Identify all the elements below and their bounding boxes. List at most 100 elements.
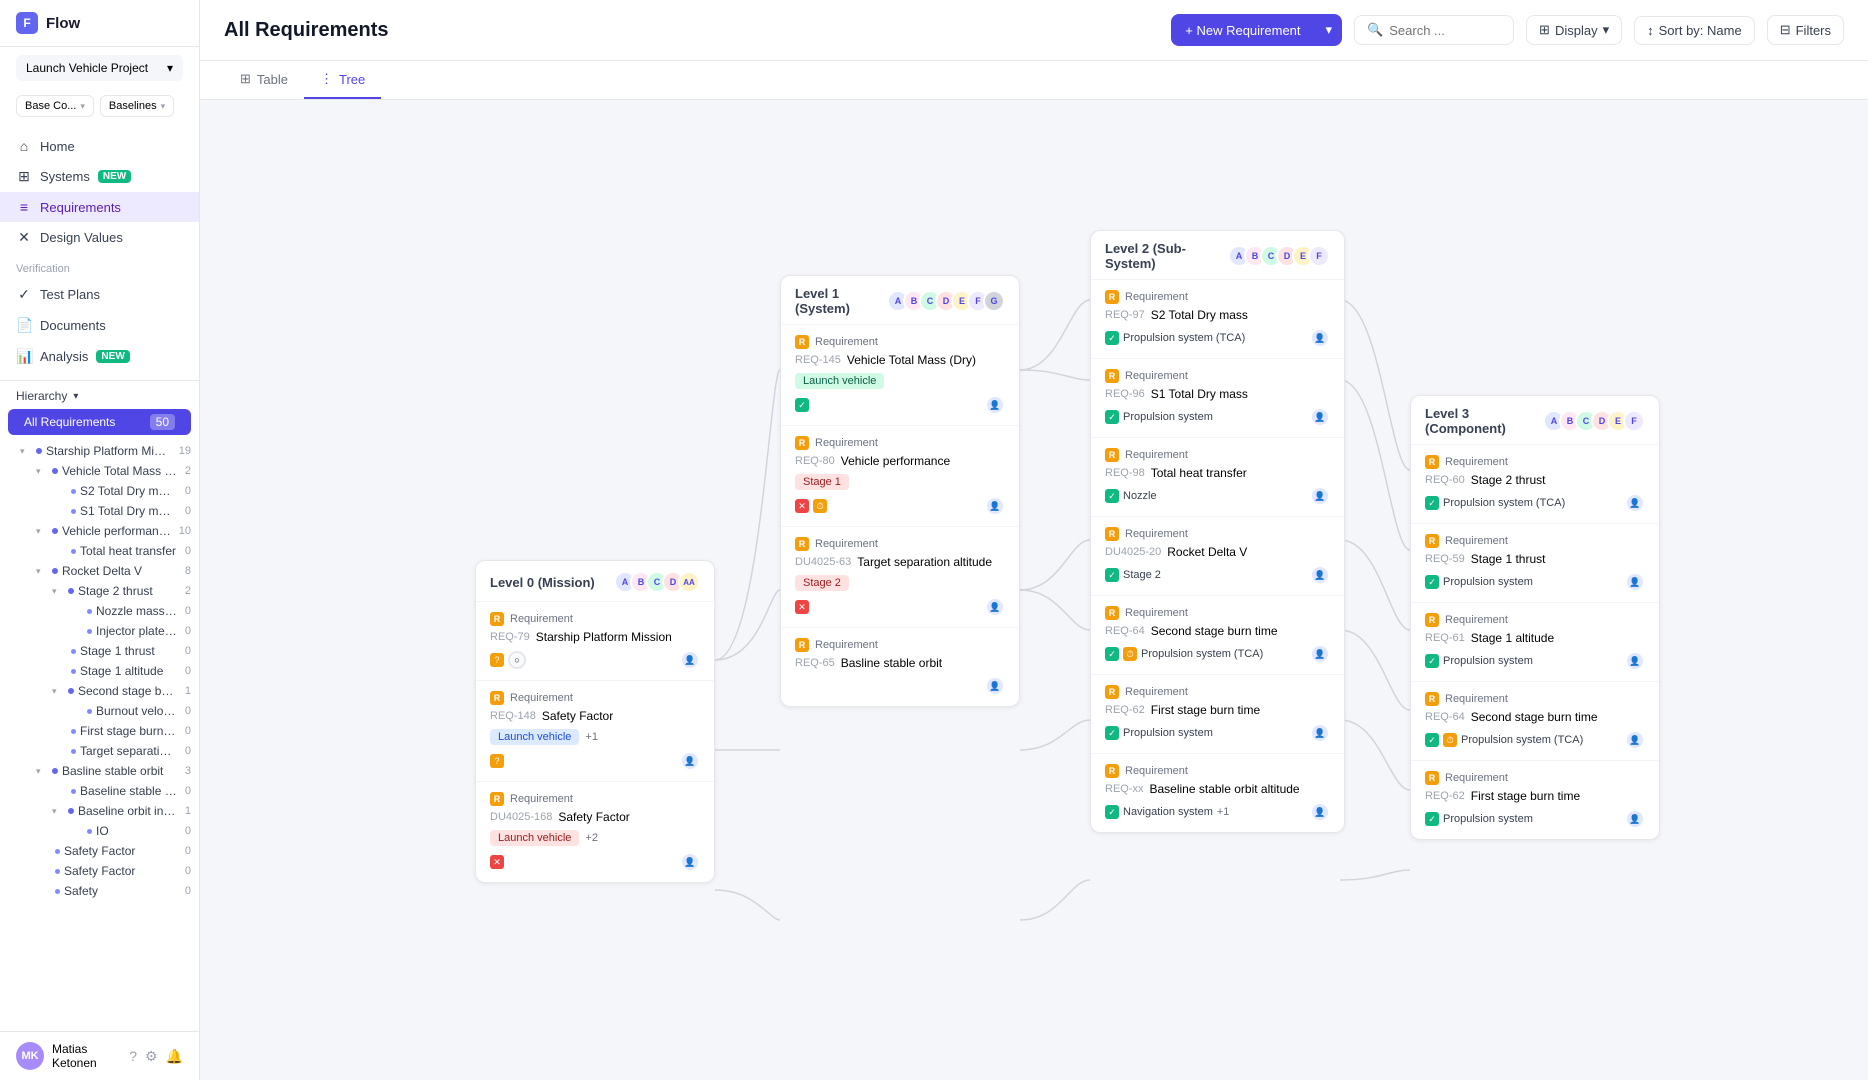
chevron-down-icon: ▾: [167, 61, 173, 75]
req-card[interactable]: R Requirement REQ-61 Stage 1 altitude ✓ …: [1411, 603, 1659, 682]
req-card-footer: ✓ Propulsion system 👤: [1105, 407, 1330, 427]
tree-row-baseline-incl[interactable]: ▾ Baseline orbit inclination 1: [0, 801, 199, 821]
canvas-content[interactable]: Level 0 (Mission) A B C D AA: [200, 100, 1868, 1080]
req-card[interactable]: R Requirement REQ-98 Total heat transfer…: [1091, 438, 1344, 517]
search-box[interactable]: 🔍: [1354, 15, 1514, 45]
req-id-row: R Requirement: [795, 638, 1005, 652]
help-icon[interactable]: ?: [129, 1048, 137, 1065]
sidebar-item-design-values[interactable]: ✕ Design Values: [0, 222, 199, 253]
tree-row-s1[interactable]: S1 Total Dry mass 0: [0, 501, 199, 521]
sidebar-item-test-plans[interactable]: ✓ Test Plans: [0, 279, 199, 310]
sidebar-item-home[interactable]: ⌂ Home: [0, 131, 199, 161]
req-type-icon: R: [1425, 534, 1439, 548]
baselines-label: Baselines: [109, 100, 157, 112]
tree-row-injector[interactable]: Injector plate mass 0: [0, 621, 199, 641]
hierarchy-label: Hierarchy: [16, 389, 67, 403]
display-button[interactable]: ⊞ Display ▾: [1526, 15, 1622, 45]
tree-label: First stage burn time: [80, 724, 177, 738]
sidebar-item-requirements[interactable]: ≡ Requirements: [0, 192, 199, 222]
collapse-icon: ▾: [52, 586, 64, 597]
all-requirements-row[interactable]: All Requirements 50: [8, 409, 191, 435]
req-card[interactable]: R Requirement REQ-80 Vehicle performance…: [781, 426, 1019, 527]
req-card-footer: ✕ 👤: [490, 852, 700, 872]
req-card[interactable]: R Requirement REQ-79 Starship Platform M…: [476, 602, 714, 681]
tree-count: 1: [181, 805, 191, 817]
tree-row-vehicle-perf[interactable]: ▾ Vehicle performance 10: [0, 521, 199, 541]
tree-row-safety1[interactable]: Safety Factor 0: [0, 841, 199, 861]
sidebar-item-documents[interactable]: 📄 Documents: [0, 310, 199, 341]
project-selector[interactable]: Launch Vehicle Project ▾: [16, 55, 183, 81]
avatar: 👤: [1310, 328, 1330, 348]
req-id: REQ-65: [795, 657, 835, 669]
sidebar-item-systems[interactable]: ⊞ Systems NEW: [0, 161, 199, 192]
tree-row-target-sep[interactable]: Target separation altitude 0: [0, 741, 199, 761]
tree-row-io[interactable]: IO 0: [0, 821, 199, 841]
tree-row-starship[interactable]: ▾ Starship Platform Mission 19: [0, 441, 199, 461]
req-card[interactable]: R Requirement REQ-65 Basline stable orbi…: [781, 628, 1019, 706]
req-card[interactable]: R Requirement REQ-64 Second stage burn t…: [1411, 682, 1659, 761]
tree-row-stage1-thrust[interactable]: Stage 1 thrust 0: [0, 641, 199, 661]
req-card[interactable]: R Requirement REQ-97 S2 Total Dry mass ✓…: [1091, 280, 1344, 359]
hierarchy-header[interactable]: Hierarchy ▾: [0, 381, 199, 407]
user-name: Matias Ketonen: [52, 1042, 121, 1070]
tree-row-baseline-alt[interactable]: Baseline stable orbit altit... 0: [0, 781, 199, 801]
tree-label: Vehicle performance: [62, 524, 171, 538]
avatar: 👤: [985, 496, 1005, 516]
req-card[interactable]: R Requirement REQ-148 Safety Factor Laun…: [476, 681, 714, 782]
sub-label: Stage 2: [1123, 569, 1161, 581]
tab-table[interactable]: ⊞ Table: [224, 61, 304, 99]
tree-row-stage2-thrust[interactable]: ▾ Stage 2 thrust 2: [0, 581, 199, 601]
tree-row-rocket[interactable]: ▾ Rocket Delta V 8: [0, 561, 199, 581]
tree-row-baseline-orbit[interactable]: ▾ Basline stable orbit 3: [0, 761, 199, 781]
req-section-label: Requirement: [1445, 693, 1508, 705]
tree-row-nozzle[interactable]: Nozzle mass flow limit 0: [0, 601, 199, 621]
req-card[interactable]: R Requirement DU4025-20 Rocket Delta V ✓…: [1091, 517, 1344, 596]
tree-row-vehicle-total[interactable]: ▾ Vehicle Total Mass (Dry) 2: [0, 461, 199, 481]
tree-dot-sm-icon: [55, 889, 60, 894]
tree-row-heat[interactable]: Total heat transfer 0: [0, 541, 199, 561]
req-card[interactable]: R Requirement REQ-62 First stage burn ti…: [1411, 761, 1659, 839]
tree-row-2nd-burn[interactable]: ▾ Second stage burn time 1: [0, 681, 199, 701]
req-name-row: REQ-61 Stage 1 altitude: [1425, 631, 1645, 645]
tree-row-burnout[interactable]: Burnout velocity 0: [0, 701, 199, 721]
tab-tree[interactable]: ⋮ Tree: [304, 61, 381, 99]
tree-row-safety2[interactable]: Safety Factor 0: [0, 861, 199, 881]
status-icons: ✕ ⏱: [795, 499, 827, 513]
display-icon: ⊞: [1539, 22, 1550, 38]
sidebar-item-analysis[interactable]: 📊 Analysis NEW: [0, 341, 199, 372]
tree-row-s2[interactable]: S2 Total Dry mass 0: [0, 481, 199, 501]
baselines-chip[interactable]: Baselines ▾: [100, 95, 174, 117]
req-tags: Stage 2: [795, 575, 1005, 591]
req-tags: Stage 1: [795, 474, 1005, 490]
req-card[interactable]: R Requirement REQ-145 Vehicle Total Mass…: [781, 325, 1019, 426]
status-check-icon: ✓: [1105, 489, 1119, 503]
bell-icon[interactable]: 🔔: [166, 1048, 183, 1065]
search-input[interactable]: [1389, 23, 1501, 38]
req-card[interactable]: R Requirement REQ-96 S1 Total Dry mass ✓…: [1091, 359, 1344, 438]
topbar-right: + New Requirement ▾ 🔍 ⊞ Display ▾ ↕ Sort…: [1171, 14, 1844, 46]
new-requirement-button[interactable]: + New Requirement ▾: [1171, 14, 1342, 46]
req-card[interactable]: R Requirement DU4025-168 Safety Factor L…: [476, 782, 714, 882]
req-card[interactable]: R Requirement REQ-62 First stage burn ti…: [1091, 675, 1344, 754]
status-check-icon: ✓: [795, 398, 809, 412]
filters-button[interactable]: ⊟ Filters: [1767, 15, 1844, 45]
req-card[interactable]: R Requirement DU4025-63 Target separatio…: [781, 527, 1019, 628]
req-name-row: REQ-145 Vehicle Total Mass (Dry): [795, 353, 1005, 367]
tree-row-stage1-alt[interactable]: Stage 1 altitude 0: [0, 661, 199, 681]
req-card-footer: ? 👤: [490, 751, 700, 771]
req-tag: Launch vehicle: [490, 729, 579, 745]
avatar: 👤: [1310, 407, 1330, 427]
req-card[interactable]: R Requirement REQ-xx Baseline stable orb…: [1091, 754, 1344, 832]
base-co-chip[interactable]: Base Co... ▾: [16, 95, 94, 117]
req-tags: Launch vehicle: [795, 373, 1005, 389]
dropdown-arrow-icon[interactable]: ▾: [1316, 14, 1343, 46]
req-card[interactable]: R Requirement REQ-60 Stage 2 thrust ✓ Pr…: [1411, 445, 1659, 524]
tree-row-safety3[interactable]: Safety 0: [0, 881, 199, 901]
sort-button[interactable]: ↕ Sort by: Name: [1634, 16, 1755, 45]
settings-icon[interactable]: ⚙: [145, 1048, 158, 1065]
tree-row-1st-burn[interactable]: First stage burn time 0: [0, 721, 199, 741]
req-card[interactable]: R Requirement REQ-64 Second stage burn t…: [1091, 596, 1344, 675]
req-card[interactable]: R Requirement REQ-59 Stage 1 thrust ✓ Pr…: [1411, 524, 1659, 603]
logo-icon: F: [16, 12, 38, 34]
req-name: Second stage burn time: [1471, 710, 1598, 724]
